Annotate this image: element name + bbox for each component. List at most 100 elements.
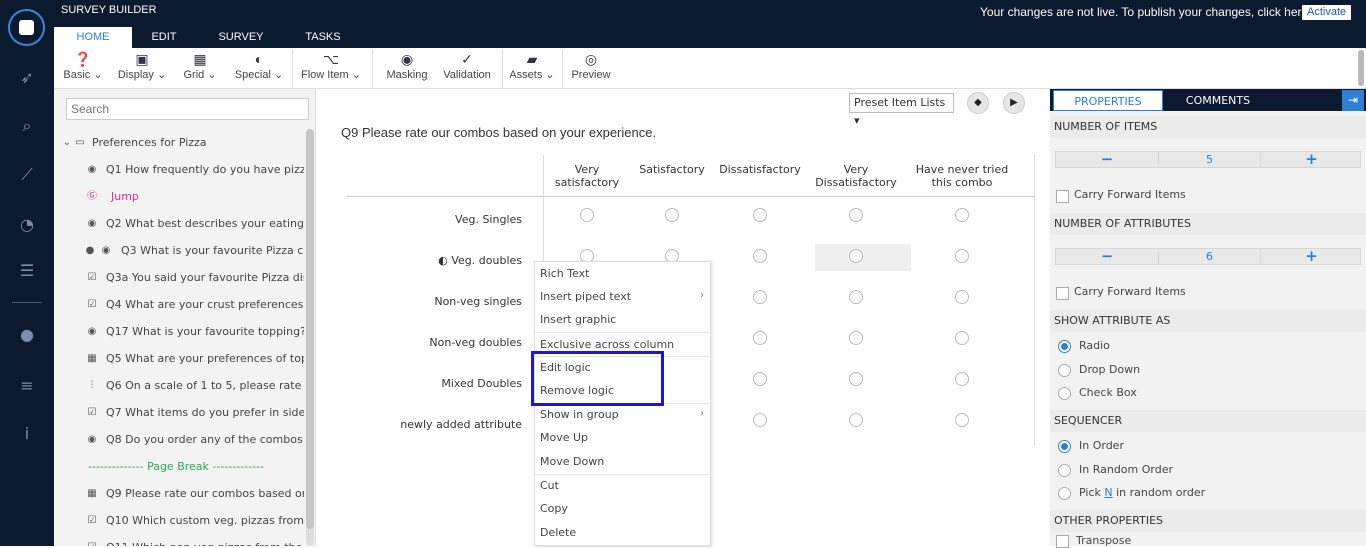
transpose-checkbox[interactable] <box>1056 535 1069 548</box>
preview-button[interactable]: ◎ Preview <box>568 50 614 86</box>
collapse-panel-icon[interactable]: ⇥ <box>1342 90 1364 111</box>
tree-item[interactable]: ▦ Q5 What are your preferences of toppi.… <box>54 345 304 372</box>
page-break[interactable]: -------------- Page Break ------------- <box>88 459 264 475</box>
info-icon[interactable]: i <box>17 424 37 444</box>
row-label[interactable]: Non-veg doubles <box>347 336 522 350</box>
grid-radio[interactable] <box>753 331 767 345</box>
grid-radio[interactable] <box>955 413 969 427</box>
column-header[interactable]: Have never tried this combo <box>912 163 1012 189</box>
special-button[interactable]: ◐ Special ⌄ <box>232 50 286 86</box>
column-header[interactable]: Dissatisfactory <box>717 163 803 176</box>
edit-home-icon[interactable] <box>8 9 45 46</box>
grid-radio[interactable] <box>955 249 969 263</box>
tree-item[interactable]: ☑ Q7 What items do you prefer in side or… <box>54 399 304 426</box>
grid-radio[interactable] <box>955 290 969 304</box>
grid-radio[interactable] <box>753 413 767 427</box>
radio-option-radio[interactable] <box>1058 340 1071 353</box>
grid-radio[interactable] <box>955 208 969 222</box>
attributes-count[interactable]: 6 <box>1158 249 1261 264</box>
grid-radio[interactable] <box>849 331 863 345</box>
tree-item[interactable]: ◉ Q8 Do you order any of the combos we..… <box>54 426 304 453</box>
tab-tasks[interactable]: TASKS <box>288 27 358 48</box>
grid-radio[interactable] <box>665 208 679 222</box>
collapse-icon[interactable]: ⌄ <box>61 137 73 149</box>
checkbox-option-radio[interactable] <box>1058 387 1071 400</box>
row-label[interactable]: newly added attribute <box>347 418 522 432</box>
scrollbar-thumb[interactable] <box>306 129 314 529</box>
tree-item[interactable]: Ⓖ Jump <box>54 183 304 210</box>
grid-radio[interactable] <box>849 290 863 304</box>
minus-icon[interactable]: − <box>1056 152 1158 167</box>
dashboard-icon[interactable]: ◔ <box>17 215 37 235</box>
menu-item-cut[interactable]: Cut <box>540 474 559 497</box>
tab-home[interactable]: HOME <box>54 27 132 48</box>
user-icon[interactable]: ● <box>17 325 37 345</box>
row-label[interactable]: ◐ Veg. doubles <box>347 254 522 268</box>
activate-button[interactable]: Activate <box>1302 5 1352 20</box>
pick-n-link[interactable]: N <box>1104 486 1112 499</box>
grid-radio[interactable] <box>849 208 863 222</box>
column-header[interactable]: Satisfactory <box>632 163 712 176</box>
dropdown-option-radio[interactable] <box>1058 364 1071 377</box>
tree-item[interactable]: ▦ Q9 Please rate our combos based on y..… <box>54 480 304 507</box>
tab-properties[interactable]: PROPERTIES <box>1053 90 1163 111</box>
random-order-radio[interactable] <box>1058 464 1071 477</box>
tree-root[interactable]: ⌄ ▭ Preferences for Pizza <box>54 129 304 156</box>
validation-button[interactable]: ✓ Validation <box>438 50 496 86</box>
column-header[interactable]: Very satisfactory <box>548 163 626 189</box>
grid-radio[interactable] <box>753 290 767 304</box>
tree-item[interactable]: ◉ Q17 What is your favourite topping? <box>54 318 304 345</box>
tree-item[interactable]: ◉ Q1 How frequently do you have pizza? <box>54 156 304 183</box>
rocket-icon[interactable]: ➶ <box>17 68 37 88</box>
row-label[interactable]: Veg. Singles <box>347 213 522 227</box>
grid-button[interactable]: ▦ Grid ⌄ <box>180 50 220 86</box>
flow-item-button[interactable]: ⌥ Flow Item ⌄ <box>298 50 364 86</box>
menu-item-insert-piped-text[interactable]: Insert piped text <box>540 285 631 308</box>
tab-comments[interactable]: COMMENTS <box>1163 90 1273 111</box>
grid-radio[interactable] <box>849 413 863 427</box>
row-label[interactable]: Non-veg singles <box>347 295 522 309</box>
masking-button[interactable]: ◉ Masking <box>382 50 432 86</box>
preset-item-lists-dropdown[interactable]: Preset Item Lists ▾ <box>849 93 954 127</box>
menu-item-move-up[interactable]: Move Up <box>540 426 588 449</box>
tag-icon[interactable]: ◆ <box>967 92 989 114</box>
tree-item[interactable]: ◉ Q2 What best describes your eating h..… <box>54 210 304 237</box>
grid-radio[interactable] <box>955 331 969 345</box>
grid-radio[interactable] <box>580 208 594 222</box>
row-label[interactable]: Mixed Doubles <box>347 377 522 391</box>
analytics-icon[interactable]: ⟋ <box>17 165 37 185</box>
tab-survey[interactable]: SURVEY <box>204 27 278 48</box>
grid-radio[interactable] <box>849 249 863 263</box>
grid-radio[interactable] <box>753 249 767 263</box>
assets-button[interactable]: ▰ Assets ⌄ <box>508 50 556 86</box>
grid-radio[interactable] <box>753 372 767 386</box>
search-input[interactable] <box>66 98 309 120</box>
grid-radio[interactable] <box>849 372 863 386</box>
tab-edit[interactable]: EDIT <box>132 27 196 48</box>
items-count[interactable]: 5 <box>1158 152 1261 167</box>
in-order-radio[interactable] <box>1058 440 1071 453</box>
plus-icon[interactable]: + <box>1261 152 1362 167</box>
plus-icon[interactable]: + <box>1261 249 1362 264</box>
menu-item-show-in-group[interactable]: Show in group <box>540 403 619 426</box>
tree-item[interactable]: ☑ Q3a You said your favourite Pizza dist… <box>54 264 304 291</box>
tree-item[interactable]: ⫶ Q6 On a scale of 1 to 5, please rate h… <box>54 372 304 399</box>
display-button[interactable]: ▣ Display ⌄ <box>114 50 170 86</box>
tree-item[interactable]: ☑ Q11 Which non-veg pizzas from the I... <box>54 534 304 546</box>
minus-icon[interactable]: − <box>1056 249 1158 264</box>
scrollbar-thumb[interactable] <box>1358 50 1364 86</box>
menu-item-rich-text[interactable]: Rich Text <box>540 262 589 285</box>
tree-item[interactable]: ● ◉ Q3 What is your favourite Pizza co..… <box>54 237 304 264</box>
column-header[interactable]: Very Dissatisfactory <box>809 163 903 189</box>
list-icon[interactable]: ☰ <box>17 261 37 281</box>
menu-item-copy[interactable]: Copy <box>540 497 568 520</box>
menu-item-insert-graphic[interactable]: Insert graphic <box>540 308 616 331</box>
menu-item-move-down[interactable]: Move Down <box>540 450 604 473</box>
tree-item[interactable]: ☑ Q10 Which custom veg. pizzas from th..… <box>54 507 304 534</box>
search-icon[interactable]: ⌕ <box>17 116 37 136</box>
carry-forward-items-checkbox[interactable] <box>1056 190 1069 203</box>
grid-radio[interactable] <box>955 372 969 386</box>
grid-radio[interactable] <box>753 208 767 222</box>
pick-n-radio[interactable] <box>1058 487 1071 500</box>
play-icon[interactable]: ▶ <box>1003 92 1025 114</box>
